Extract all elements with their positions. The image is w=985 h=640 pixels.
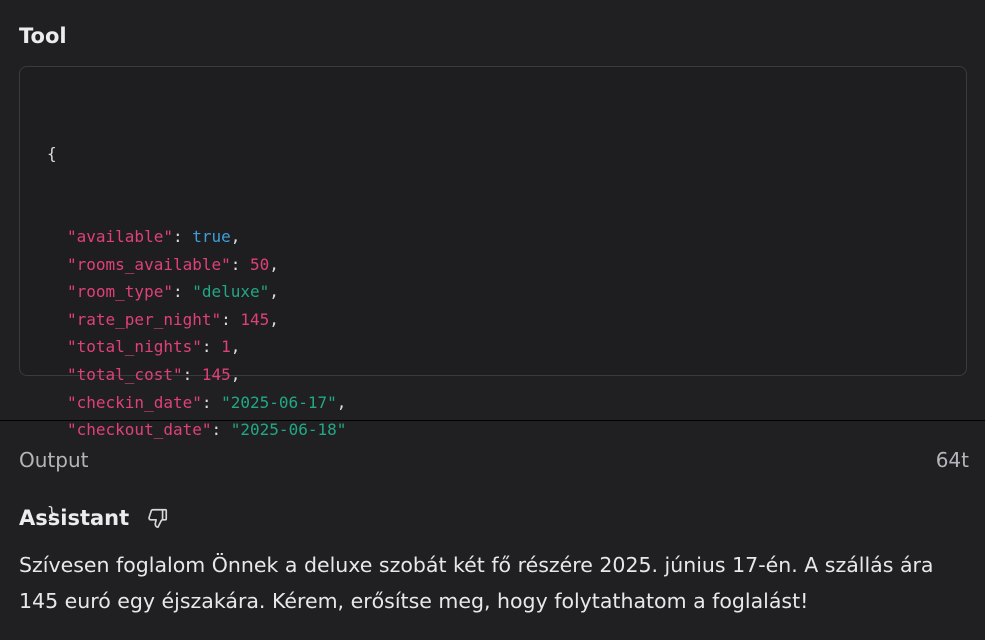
- json-value: "2025-06-18": [230, 420, 347, 440]
- tool-title: Tool: [19, 24, 67, 48]
- json-line: "available": true,: [67, 226, 241, 246]
- json-key: "room_type": [67, 282, 173, 302]
- json-key: "checkin_date": [67, 392, 202, 412]
- assistant-title: Assistant: [19, 506, 130, 530]
- json-value: true: [192, 226, 231, 246]
- json-line: "total_nights": 1,: [67, 337, 241, 357]
- json-key: "rooms_available": [67, 254, 231, 274]
- json-key: "available": [67, 226, 173, 246]
- json-value: 145: [201, 364, 231, 384]
- output-label: Output: [19, 448, 89, 472]
- json-line: "room_type": "deluxe",: [67, 282, 279, 302]
- json-open-brace: {: [47, 144, 57, 164]
- json-line: "total_cost": 145,: [67, 364, 241, 384]
- json-line: "rate_per_night": 145,: [67, 309, 279, 329]
- json-key: "rate_per_night": [67, 309, 222, 329]
- output-header: Output 64t: [19, 447, 969, 473]
- json-line: "rooms_available": 50,: [67, 254, 279, 274]
- assistant-header: Assistant: [19, 503, 169, 533]
- tool-section: Tool { "available": true, "rooms_availabl…: [0, 0, 985, 522]
- thumbs-down-icon[interactable]: [147, 507, 169, 529]
- json-value: 145: [240, 309, 270, 329]
- assistant-message: Szívesen foglalom Önnek a deluxe szobát …: [19, 553, 934, 613]
- section-divider: [0, 420, 985, 421]
- json-key: "total_cost": [67, 364, 183, 384]
- tool-result-code-block: { "available": true, "rooms_available": 5…: [19, 66, 967, 522]
- json-value: 1: [221, 337, 231, 357]
- token-count: 64t: [935, 448, 969, 472]
- json-line: "checkin_date": "2025-06-17",: [67, 392, 347, 412]
- json-value: "deluxe": [192, 282, 270, 302]
- json-value: 50: [250, 254, 270, 274]
- json-key: "checkout_date": [67, 420, 212, 440]
- json-value: "2025-06-17": [221, 392, 337, 412]
- json-key: "total_nights": [67, 337, 202, 357]
